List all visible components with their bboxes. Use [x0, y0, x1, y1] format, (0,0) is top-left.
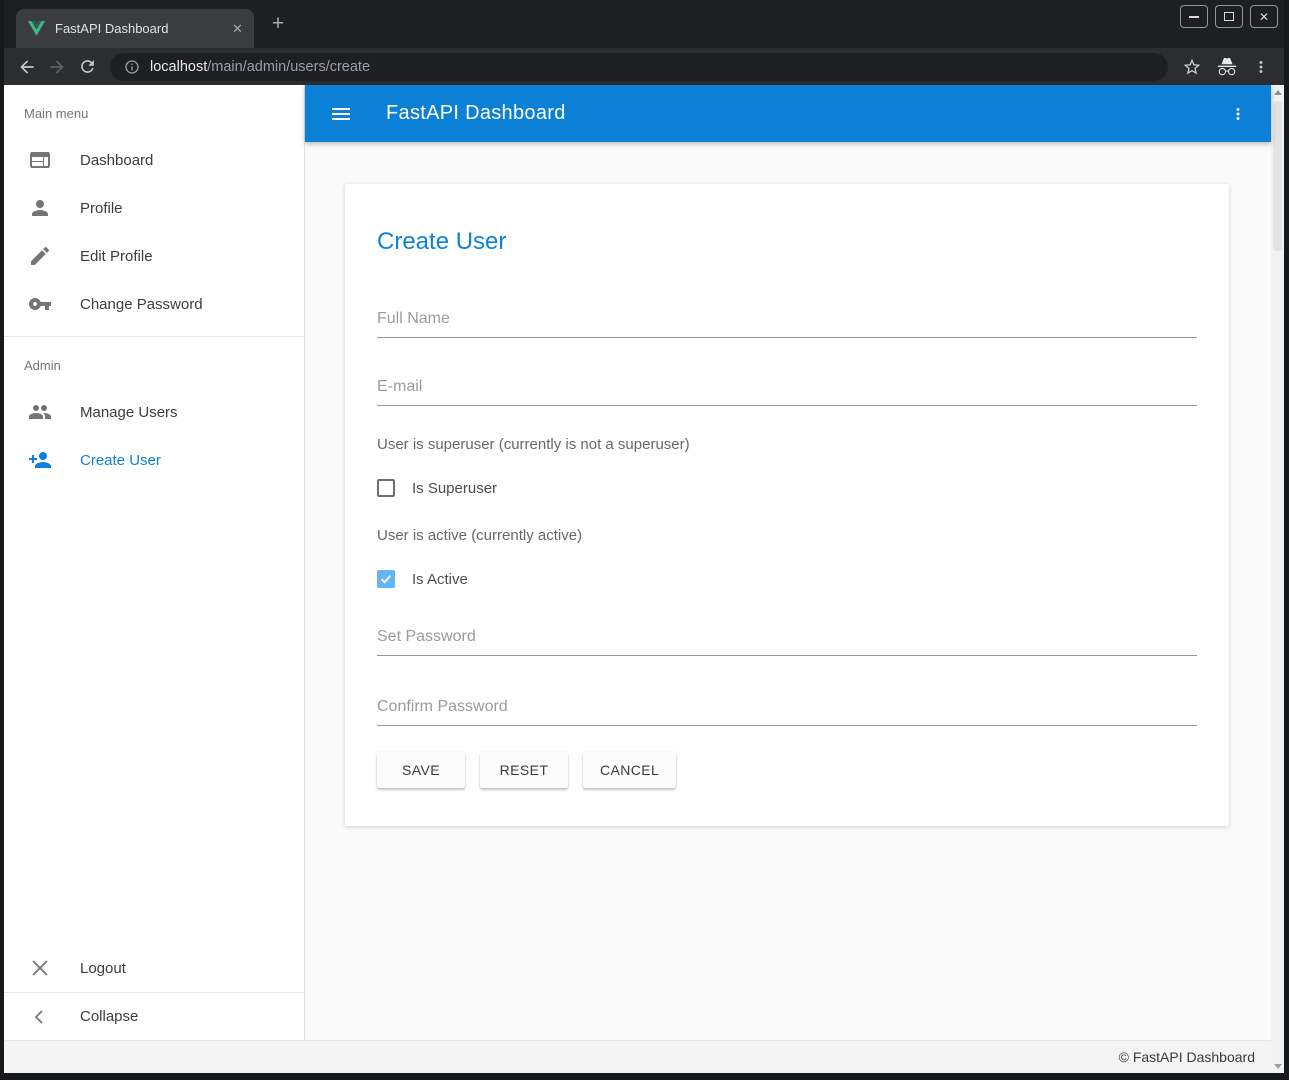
superuser-checkbox-label: Is Superuser — [412, 480, 497, 497]
reload-button[interactable] — [72, 53, 102, 81]
email-field — [377, 378, 1197, 406]
check-icon — [379, 572, 393, 586]
tab-close-icon[interactable]: ✕ — [229, 20, 246, 37]
back-button[interactable] — [12, 53, 42, 81]
browser-tab[interactable]: FastAPI Dashboard ✕ — [16, 9, 254, 48]
info-icon[interactable] — [124, 59, 140, 75]
main-content: FastAPI Dashboard Create User User is su… — [305, 85, 1271, 1040]
sidebar-item-label: Manage Users — [80, 404, 178, 421]
sidebar-item-edit-profile[interactable]: Edit Profile — [4, 232, 304, 280]
save-button[interactable]: SAVE — [377, 752, 465, 788]
page-scrollbar[interactable] — [1271, 85, 1284, 1073]
sidebar-section-admin: Admin — [4, 337, 304, 388]
sidebar-item-label: Create User — [80, 452, 161, 469]
confirm-password-input[interactable] — [377, 698, 1197, 726]
sidebar-item-label: Edit Profile — [80, 248, 153, 265]
superuser-checkbox-row: Is Superuser — [377, 479, 1197, 497]
url-host: localhost — [150, 59, 207, 75]
close-icon: ✕ — [1259, 10, 1269, 24]
minimize-icon — [1189, 16, 1199, 18]
scroll-down-icon — [1274, 1064, 1282, 1069]
reset-button[interactable]: RESET — [480, 752, 568, 788]
app-layout: Main menu Dashboard Profile — [4, 85, 1284, 1040]
close-x-icon — [28, 956, 52, 980]
password-field — [377, 628, 1197, 656]
create-user-card: Create User User is superuser (currently… — [345, 184, 1229, 826]
person-add-icon — [28, 448, 52, 472]
scroll-down-button[interactable] — [1271, 1059, 1284, 1073]
email-input[interactable] — [377, 378, 1197, 406]
form-title: Create User — [377, 184, 1197, 256]
scrollbar-thumb[interactable] — [1273, 101, 1282, 251]
close-button[interactable]: ✕ — [1250, 5, 1278, 28]
vue-logo-icon — [28, 21, 45, 36]
appbar-title: FastAPI Dashboard — [386, 102, 566, 125]
active-checkbox-row: Is Active — [377, 570, 1197, 588]
tab-title: FastAPI Dashboard — [55, 21, 229, 36]
sidebar-item-label: Profile — [80, 200, 123, 217]
kebab-menu-icon[interactable] — [1252, 58, 1270, 76]
page-viewport: Main menu Dashboard Profile — [4, 85, 1284, 1073]
sidebar-item-logout[interactable]: Logout — [4, 944, 304, 992]
app-footer: © FastAPI Dashboard — [4, 1040, 1271, 1073]
address-bar[interactable]: localhost/main/admin/users/create — [110, 53, 1168, 81]
hamburger-menu-button[interactable] — [329, 102, 353, 126]
appbar: FastAPI Dashboard — [305, 85, 1271, 142]
full-name-field — [377, 310, 1197, 338]
hamburger-menu-icon — [329, 102, 353, 126]
person-icon — [28, 196, 52, 220]
forward-button[interactable] — [42, 53, 72, 81]
sidebar-item-label: Dashboard — [80, 152, 153, 169]
window-controls: ✕ — [1180, 5, 1278, 28]
people-icon — [28, 400, 52, 424]
superuser-hint: User is superuser (currently is not a su… — [377, 436, 1197, 453]
reload-icon — [78, 57, 97, 76]
sidebar-bottom: Logout Collapse — [4, 944, 304, 1040]
pencil-icon — [28, 244, 52, 268]
forward-icon — [47, 57, 67, 77]
new-tab-button[interactable]: + — [267, 14, 289, 36]
sidebar-section-main-menu: Main menu — [4, 85, 304, 136]
star-icon[interactable] — [1182, 57, 1202, 77]
maximize-button[interactable] — [1215, 5, 1243, 28]
sidebar-item-profile[interactable]: Profile — [4, 184, 304, 232]
scrollbar-track[interactable] — [1271, 99, 1284, 1059]
sidebar-item-manage-users[interactable]: Manage Users — [4, 388, 304, 436]
sidebar-item-dashboard[interactable]: Dashboard — [4, 136, 304, 184]
browser-titlebar: FastAPI Dashboard ✕ + ✕ — [4, 0, 1284, 48]
appbar-menu-button[interactable] — [1229, 105, 1247, 123]
sidebar-item-label: Change Password — [80, 296, 203, 313]
sidebar-item-label: Logout — [80, 960, 126, 977]
password-input[interactable] — [377, 628, 1197, 656]
url-text: localhost/main/admin/users/create — [150, 59, 370, 75]
scroll-up-button[interactable] — [1271, 85, 1284, 99]
superuser-checkbox[interactable] — [377, 479, 395, 497]
toolbar-right — [1182, 56, 1270, 78]
incognito-icon — [1216, 56, 1238, 78]
chevron-left-icon — [28, 1005, 52, 1029]
confirm-password-field — [377, 698, 1197, 726]
sidebar: Main menu Dashboard Profile — [4, 85, 305, 1040]
maximize-icon — [1224, 12, 1234, 21]
sidebar-item-create-user[interactable]: Create User — [4, 436, 304, 484]
sidebar-item-change-password[interactable]: Change Password — [4, 280, 304, 328]
sidebar-item-label: Collapse — [80, 1008, 138, 1025]
scroll-up-icon — [1274, 90, 1282, 95]
cancel-button[interactable]: CANCEL — [583, 752, 676, 788]
active-hint: User is active (currently active) — [377, 527, 1197, 544]
active-checkbox-label: Is Active — [412, 571, 468, 588]
minimize-button[interactable] — [1180, 5, 1208, 28]
kebab-menu-icon — [1229, 105, 1247, 123]
dashboard-icon — [28, 148, 52, 172]
url-path: /main/admin/users/create — [207, 59, 370, 75]
browser-toolbar: localhost/main/admin/users/create — [4, 48, 1284, 85]
form-buttons: SAVE RESET CANCEL — [377, 752, 1197, 788]
full-name-input[interactable] — [377, 310, 1197, 338]
sidebar-item-collapse[interactable]: Collapse — [4, 992, 304, 1040]
active-checkbox[interactable] — [377, 570, 395, 588]
key-icon — [28, 292, 52, 316]
back-icon — [17, 57, 37, 77]
browser-window: FastAPI Dashboard ✕ + ✕ localhost/main/a… — [0, 0, 1289, 1080]
copyright-text: © FastAPI Dashboard — [1119, 1049, 1255, 1065]
